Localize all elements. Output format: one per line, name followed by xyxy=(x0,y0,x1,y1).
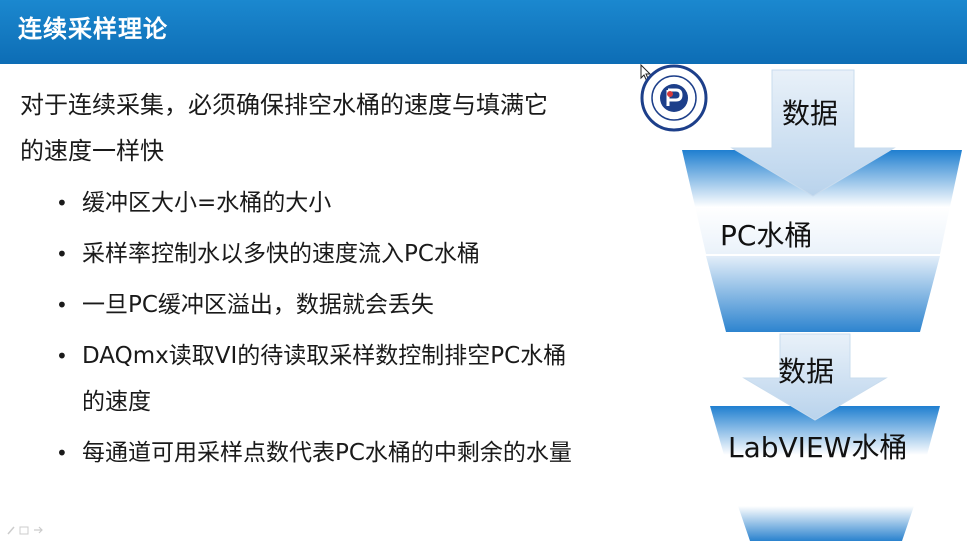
bullet-item: • 一旦PC缓冲区溢出，数据就会丢失 xyxy=(56,282,576,328)
bullet-icon: • xyxy=(56,191,68,215)
bucket-diagram-graphic xyxy=(682,69,962,541)
bullet-icon: • xyxy=(56,293,68,317)
bullet-list: • 缓冲区大小=水桶的大小 • 采样率控制水以多快的速度流入PC水桶 • 一旦P… xyxy=(56,180,576,481)
bullet-text: 采样率控制水以多快的速度流入PC水桶 xyxy=(82,241,480,267)
bullet-item: • 缓冲区大小=水桶的大小 xyxy=(56,180,576,226)
intro-text: 对于连续采集，必须确保排空水桶的速度与填满它的速度一样快 xyxy=(20,91,548,165)
bullet-item: • 每通道可用采样点数代表PC水桶的中剩余的水量 xyxy=(56,430,576,476)
bullet-icon: • xyxy=(56,242,68,266)
slide-nav-icons[interactable] xyxy=(6,524,46,536)
slide-nav-controls[interactable] xyxy=(6,524,46,539)
bullet-text: 每通道可用采样点数代表PC水桶的中剩余的水量 xyxy=(82,440,572,466)
label-labview-bucket: LabVIEW水桶 xyxy=(728,431,908,464)
bullet-item: • DAQmx读取VI的待读取采样数控制排空PC水桶的速度 xyxy=(56,333,576,425)
bullet-item: • 采样率控制水以多快的速度流入PC水桶 xyxy=(56,231,576,277)
bucket-diagram: 数据 PC水桶 数据 LabVIEW水桶 xyxy=(640,64,967,541)
slide-title: 连续采样理论 xyxy=(18,15,168,43)
bullet-text: DAQmx读取VI的待读取采样数控制排空PC水桶的速度 xyxy=(82,343,567,415)
label-data-middle: 数据 xyxy=(778,355,835,388)
bullet-text: 一旦PC缓冲区溢出，数据就会丢失 xyxy=(82,292,434,318)
bullet-icon: • xyxy=(56,441,68,465)
bullet-text: 缓冲区大小=水桶的大小 xyxy=(82,190,332,216)
labview-bucket-lower xyxy=(738,506,914,541)
label-data-top: 数据 xyxy=(782,97,839,130)
title-bar: 连续采样理论 xyxy=(0,0,967,64)
slide-content: 对于连续采集，必须确保排空水桶的速度与填满它的速度一样快 • 缓冲区大小=水桶的… xyxy=(0,64,640,541)
label-pc-bucket: PC水桶 xyxy=(720,219,813,252)
university-logo-icon xyxy=(640,64,708,132)
bullet-icon: • xyxy=(56,344,68,368)
pc-bucket-lower xyxy=(706,256,940,332)
